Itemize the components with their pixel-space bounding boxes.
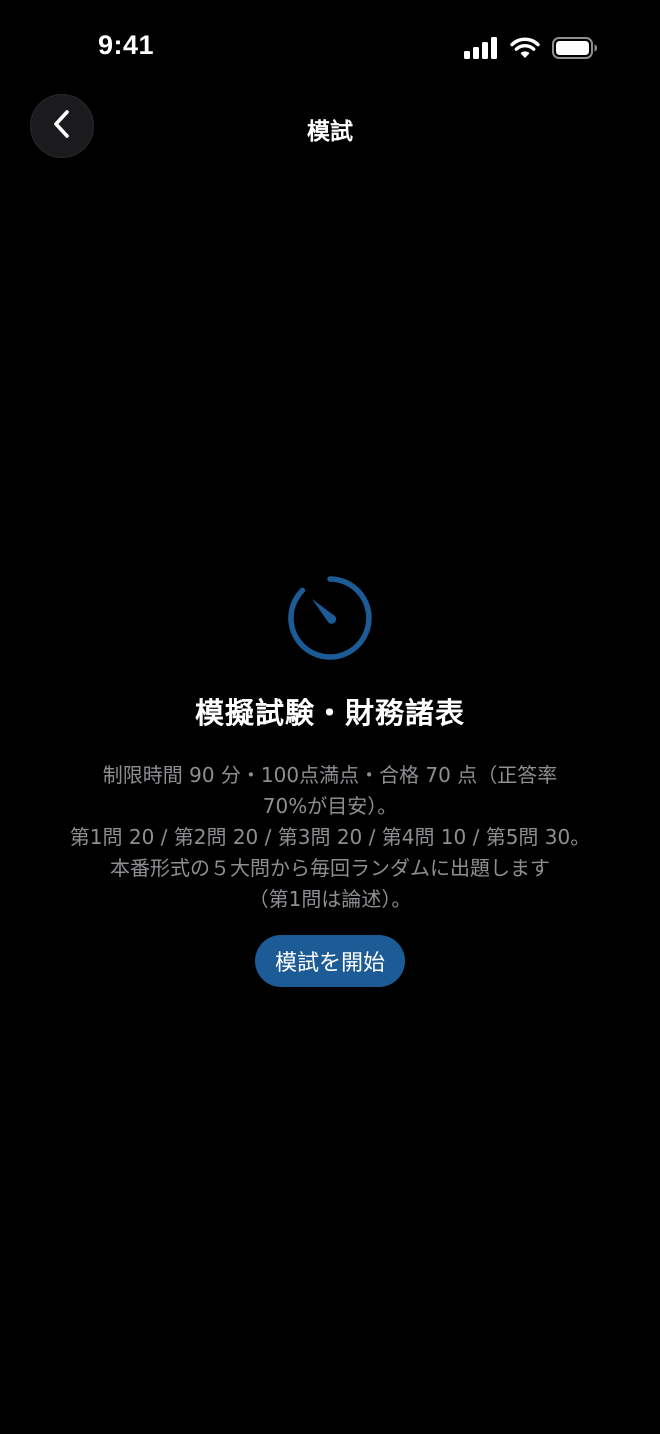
wifi-icon bbox=[510, 37, 540, 59]
timer-icon bbox=[286, 574, 374, 662]
exam-title: 模擬試験・財務諸表 bbox=[194, 696, 465, 730]
exam-description-line: 本番形式の５大問から毎回ランダムに出題します bbox=[110, 856, 550, 880]
exam-description-line: 制限時間 90 分・100点満点・合格 70 点（正答率 bbox=[102, 763, 558, 787]
exam-intro: 模擬試験・財務諸表 制限時間 90 分・100点満点・合格 70 点（正答率 7… bbox=[30, 574, 630, 987]
page-title: 模試 bbox=[307, 119, 353, 145]
status-time: 9:41 bbox=[98, 30, 155, 60]
nav-bar: 模試 bbox=[0, 92, 660, 162]
start-exam-button[interactable]: 模試を開始 bbox=[254, 935, 405, 987]
exam-description-line: 第1問 20 / 第2問 20 / 第3問 20 / 第4問 10 / 第5問 … bbox=[69, 825, 591, 849]
cellular-signal-icon bbox=[464, 37, 498, 59]
status-icons bbox=[464, 36, 598, 60]
exam-description-line: 70%が目安）。 bbox=[262, 794, 398, 818]
battery-icon bbox=[552, 37, 598, 59]
status-bar: 9:41 bbox=[0, 0, 660, 96]
exam-description: 制限時間 90 分・100点満点・合格 70 点（正答率 70%が目安）。 第1… bbox=[30, 760, 630, 915]
exam-description-line: （第1問は論述）。 bbox=[248, 887, 412, 911]
